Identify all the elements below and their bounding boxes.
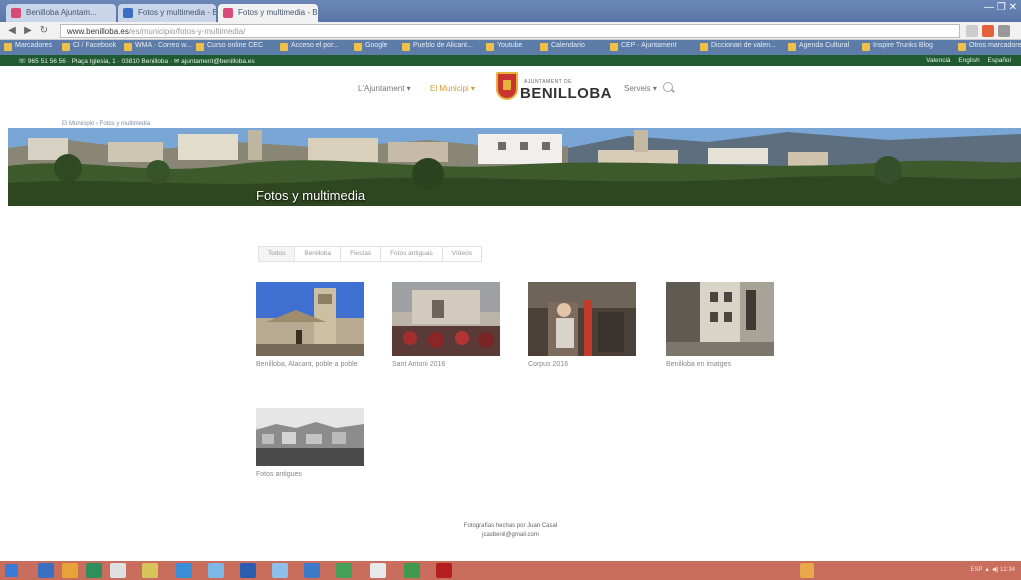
tab-label: Fotos y multimedia - Be... bbox=[238, 8, 318, 17]
filter-tab-todos[interactable]: Todos bbox=[258, 246, 296, 262]
gallery-caption[interactable]: Benilloba en imatges bbox=[666, 361, 774, 369]
gallery-item[interactable]: Fotos antigues bbox=[256, 408, 364, 479]
bookmarks-bar: Marcadores Cl / Facebook WMA · Correo w.… bbox=[0, 40, 1021, 55]
gallery-caption[interactable]: Sant Antoni 2016 bbox=[392, 361, 500, 369]
language-switcher: Valencià English Español bbox=[920, 57, 1011, 64]
gallery-thumbnail[interactable] bbox=[392, 282, 500, 356]
browser-window: Benilloba Ajuntam... Fotos y multimedia … bbox=[0, 0, 1021, 580]
gallery-thumbnail[interactable] bbox=[256, 282, 364, 356]
contact-info: ☏ 965 51 56 56 · Plaça Iglesia, 1 · 0381… bbox=[18, 58, 255, 65]
nav-link-ajuntament[interactable]: L'Ajuntament ▾ bbox=[358, 84, 411, 93]
favicon-icon bbox=[123, 8, 133, 18]
taskbar-app-icon[interactable] bbox=[370, 563, 386, 578]
taskbar-app-icon[interactable] bbox=[436, 563, 452, 578]
bookmark-item[interactable]: Inspire Trunks Blog bbox=[862, 42, 933, 53]
nav-link-serveis[interactable]: Serveis ▾ bbox=[624, 84, 657, 93]
taskbar-app-icon[interactable] bbox=[336, 563, 352, 578]
bookmark-item[interactable]: Calendario bbox=[540, 42, 585, 53]
gallery-caption[interactable]: Corpus 2016 bbox=[528, 361, 636, 369]
gallery-caption[interactable]: Benilloba, Alacant, poble a poble bbox=[256, 361, 364, 369]
breadcrumb[interactable]: El Municipio › Fotos y multimedia bbox=[62, 121, 150, 127]
page-banner: Fotos y multimedia bbox=[8, 128, 1021, 206]
forward-icon[interactable]: ▶ bbox=[22, 25, 34, 37]
bookmark-item[interactable]: Marcadores bbox=[4, 42, 52, 53]
footer-email[interactable]: jcasbenil@gmail.com bbox=[0, 531, 1021, 540]
filter-tab-fotos-antiguas[interactable]: Fotos antiguas bbox=[380, 246, 443, 262]
browser-tab-active[interactable]: Fotos y multimedia - Be... bbox=[218, 4, 318, 22]
filter-tab-videos[interactable]: Vídeos bbox=[441, 246, 482, 262]
bookmark-item[interactable]: Cl / Facebook bbox=[62, 42, 116, 53]
gallery-thumbnail[interactable] bbox=[528, 282, 636, 356]
nav-link-municipi[interactable]: El Municipi ▾ bbox=[430, 84, 475, 93]
browser-tab[interactable]: Fotos y multimedia - Be... bbox=[118, 4, 216, 22]
address-bar-row: ◀ ▶ ↻ www.benilloba.es/es/municipio/foto… bbox=[0, 22, 1021, 40]
taskbar-app-icon[interactable] bbox=[62, 563, 78, 578]
search-icon[interactable] bbox=[663, 82, 673, 92]
language-link[interactable]: Español bbox=[988, 57, 1012, 64]
taskbar-app-icon[interactable] bbox=[176, 563, 192, 578]
taskbar-app-icon[interactable] bbox=[110, 563, 126, 578]
system-tray[interactable]: ESP ▲ ◀) 12:34 bbox=[971, 566, 1015, 573]
back-icon[interactable]: ◀ bbox=[6, 25, 18, 37]
coat-of-arms-icon bbox=[496, 72, 518, 100]
taskbar-app-icon[interactable] bbox=[38, 563, 54, 578]
banner-photo bbox=[8, 128, 1021, 206]
footer-credit: Fotografías hechas por Juan Casal bbox=[463, 523, 558, 529]
os-taskbar: ESP ▲ ◀) 12:34 bbox=[0, 561, 1021, 580]
site-footer: Fotografías hechas por Juan Casal jcasbe… bbox=[0, 522, 1021, 540]
extension-icon[interactable] bbox=[982, 25, 994, 37]
url-path: /es/municipio/fotos-y-multimedia/ bbox=[128, 27, 246, 36]
gallery-filter-tabs: Todos Benilloba Fiestas Fotos antiguas V… bbox=[258, 246, 482, 262]
site-top-bar: ☏ 965 51 56 56 · Plaça Iglesia, 1 · 0381… bbox=[0, 55, 1021, 66]
favicon-icon bbox=[223, 8, 233, 18]
taskbar-app-icon[interactable] bbox=[404, 563, 420, 578]
site-main-nav: L'Ajuntament ▾ El Municipi ▾ AJUNTAMENT … bbox=[0, 66, 1021, 116]
bookmark-star-icon[interactable] bbox=[966, 25, 978, 37]
bookmark-item[interactable]: CEP · Ajuntament bbox=[610, 42, 677, 53]
bookmark-item[interactable]: Pueblo de Alicant... bbox=[402, 42, 473, 53]
taskbar-app-icon[interactable] bbox=[304, 563, 320, 578]
favicon-icon bbox=[11, 8, 21, 18]
gallery-item[interactable]: Benilloba en imatges bbox=[666, 282, 774, 369]
site-logo[interactable]: AJUNTAMENT DE BENILLOBA bbox=[496, 72, 612, 108]
gallery-item[interactable]: Sant Antoni 2016 bbox=[392, 282, 500, 369]
gallery-thumbnail[interactable] bbox=[666, 282, 774, 356]
bookmark-item[interactable]: Youtube bbox=[486, 42, 522, 53]
gallery-caption[interactable]: Fotos antigues bbox=[256, 471, 364, 479]
windows-start-icon[interactable] bbox=[5, 564, 18, 577]
taskbar-app-icon[interactable] bbox=[240, 563, 256, 578]
window-controls[interactable]: — ❐ ✕ bbox=[984, 2, 1017, 13]
url-domain: www.benilloba.es bbox=[67, 27, 129, 36]
reload-icon[interactable]: ↻ bbox=[38, 25, 50, 37]
tab-label: Benilloba Ajuntam... bbox=[26, 8, 97, 17]
filter-tab-fiestas[interactable]: Fiestas bbox=[340, 246, 382, 262]
taskbar-app-icon[interactable] bbox=[208, 563, 224, 578]
bookmark-item[interactable]: Otros marcadores bbox=[958, 42, 1021, 53]
browser-tabstrip: Benilloba Ajuntam... Fotos y multimedia … bbox=[0, 0, 1021, 22]
taskbar-app-icon[interactable] bbox=[800, 563, 814, 578]
menu-icon[interactable] bbox=[998, 25, 1010, 37]
gallery-item[interactable]: Benilloba, Alacant, poble a poble bbox=[256, 282, 364, 369]
page-title: Fotos y multimedia bbox=[256, 188, 366, 203]
browser-tab[interactable]: Benilloba Ajuntam... bbox=[6, 4, 116, 22]
language-link[interactable]: Valencià bbox=[926, 57, 950, 64]
url-input[interactable]: www.benilloba.es/es/municipio/fotos-y-mu… bbox=[60, 24, 960, 38]
bookmark-item[interactable]: Google bbox=[354, 42, 388, 53]
filter-tab-benilloba[interactable]: Benilloba bbox=[294, 246, 342, 262]
bookmark-item[interactable]: Diccionari de valen... bbox=[700, 42, 776, 53]
bookmark-item[interactable]: Agenda Cultural bbox=[788, 42, 849, 53]
taskbar-app-icon[interactable] bbox=[142, 563, 158, 578]
tab-label: Fotos y multimedia - Be... bbox=[138, 8, 216, 17]
bookmark-item[interactable]: Acceso el por... bbox=[280, 42, 339, 53]
bookmark-item[interactable]: WMA · Correo w... bbox=[124, 42, 192, 53]
gallery-item[interactable]: Corpus 2016 bbox=[528, 282, 636, 369]
bookmark-item[interactable]: Curso online CEC bbox=[196, 42, 263, 53]
gallery-thumbnail[interactable] bbox=[256, 408, 364, 466]
logo-title: BENILLOBA bbox=[520, 85, 612, 102]
language-link[interactable]: English bbox=[958, 57, 979, 64]
taskbar-app-icon[interactable] bbox=[272, 563, 288, 578]
taskbar-app-icon[interactable] bbox=[86, 563, 102, 578]
